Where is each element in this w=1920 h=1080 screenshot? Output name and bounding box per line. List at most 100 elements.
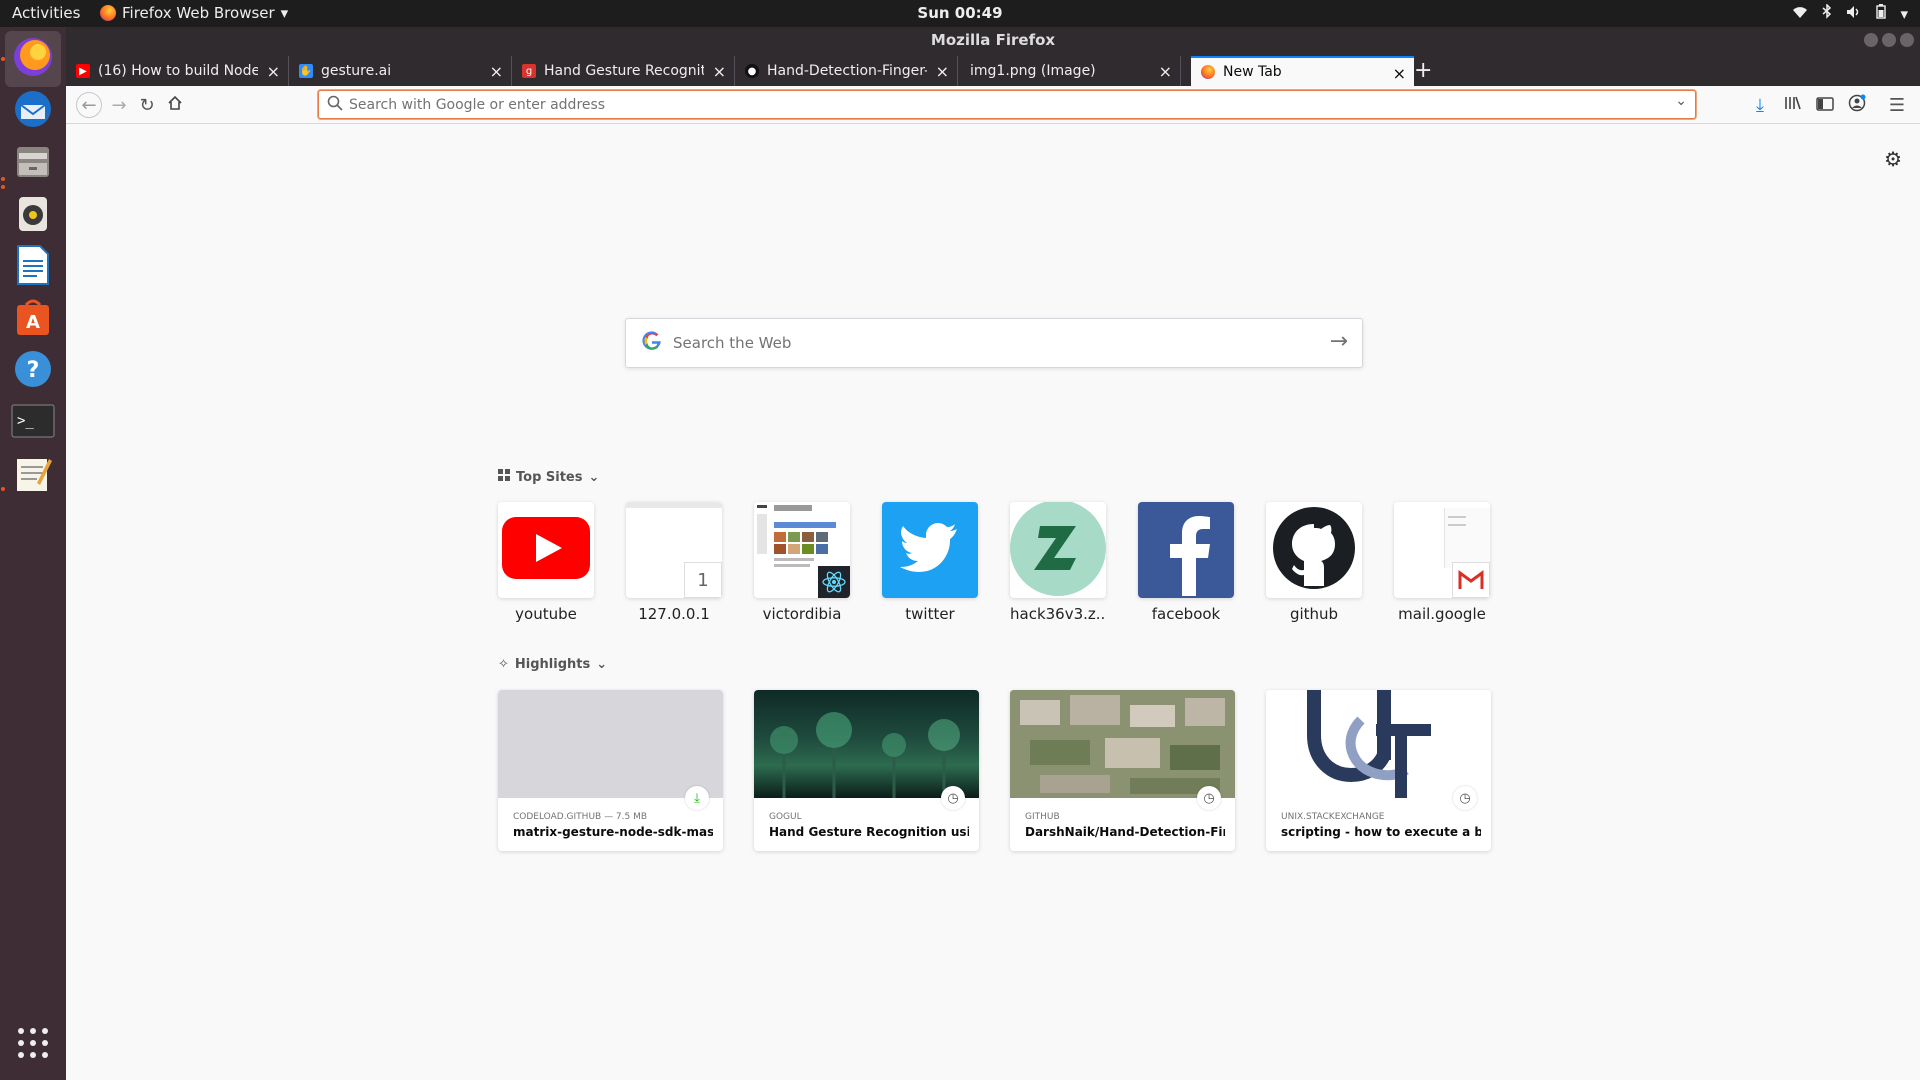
top-site-victordibia[interactable]: victordibia: [754, 502, 850, 623]
hamburger-menu-icon: ☰: [1888, 94, 1906, 116]
dock-terminal[interactable]: >_: [5, 395, 61, 451]
github-icon: ●: [745, 64, 759, 78]
volume-icon: [1846, 5, 1862, 23]
running-indicator: [1, 185, 5, 189]
top-site-twitter[interactable]: twitter: [882, 502, 978, 623]
back-button[interactable]: ←: [76, 92, 102, 118]
site-tile: [882, 502, 978, 598]
menu-button[interactable]: ☰: [1886, 94, 1908, 116]
close-tab-icon[interactable]: ×: [1159, 62, 1172, 81]
bluetooth-icon: [1822, 3, 1832, 23]
twitter-icon: [900, 523, 960, 577]
new-tab-page: ⚙ Search the Web → Top Sites ⌄ youtube 1…: [66, 129, 1920, 1080]
clock-icon: ◷: [1197, 786, 1221, 810]
firefox-icon: [1201, 65, 1215, 79]
close-window-button[interactable]: [1900, 33, 1914, 47]
highlight-card[interactable]: ⤓ CODELOAD.GITHUB — 7.5 MB matrix-gestur…: [498, 690, 723, 851]
site-tile: [1010, 502, 1106, 598]
close-tab-icon[interactable]: ×: [267, 62, 280, 81]
dock-rhythmbox[interactable]: [5, 187, 61, 243]
top-sites-header[interactable]: Top Sites ⌄: [498, 469, 599, 485]
tab-hand-gesture-recognition[interactable]: g Hand Gesture Recognition ×: [512, 56, 735, 86]
maximize-button[interactable]: [1882, 33, 1896, 47]
highlight-thumbnail: [498, 690, 723, 798]
highlight-thumbnail: [1010, 690, 1235, 798]
window-title: Mozilla Firefox: [930, 31, 1056, 49]
url-bar[interactable]: ⌄: [318, 90, 1696, 119]
url-input[interactable]: [349, 95, 1649, 115]
google-icon: [642, 331, 662, 356]
reload-button[interactable]: ↻: [136, 94, 158, 116]
battery-icon: [1876, 4, 1887, 23]
dock-software-center[interactable]: A: [5, 291, 61, 347]
site-label: twitter: [905, 605, 955, 623]
terminal-icon: >_: [11, 403, 55, 443]
window-titlebar[interactable]: Mozilla Firefox: [66, 27, 1920, 54]
gmail-icon: [1452, 562, 1490, 598]
system-tray[interactable]: ▾: [1792, 3, 1908, 23]
chevron-down-icon: ▾: [1900, 4, 1908, 23]
dock-libreoffice-writer[interactable]: [5, 239, 61, 295]
chevron-down-icon: ⌄: [596, 657, 608, 672]
chevron-down-icon: ⌄: [588, 469, 600, 485]
arrow-right-icon[interactable]: →: [1330, 329, 1348, 354]
tab-title: Hand Gesture Recognition: [544, 63, 704, 79]
grid-icon: [498, 469, 510, 485]
tab-gesture-ai[interactable]: ✋ gesture.ai ×: [289, 56, 512, 86]
sidebar-icon: [1816, 95, 1834, 116]
app-menu-button[interactable]: Firefox Web Browser ▾: [100, 4, 288, 22]
download-icon: ⤓: [1756, 94, 1764, 116]
account-button[interactable]: [1846, 94, 1868, 116]
forward-button[interactable]: →: [108, 94, 130, 116]
tab-title: Hand-Detection-Finger-C: [767, 63, 927, 79]
dock-help[interactable]: ?: [5, 343, 61, 399]
tab-img1[interactable]: img1.png (Image) ×: [958, 56, 1181, 86]
close-tab-icon[interactable]: ×: [490, 62, 503, 81]
dock-files[interactable]: [5, 135, 61, 191]
new-tab-button[interactable]: +: [1414, 58, 1432, 83]
tab-youtube[interactable]: ▶ (16) How to build Node.js ×: [66, 56, 289, 86]
sidebar-button[interactable]: [1814, 94, 1836, 116]
dock-firefox[interactable]: [5, 31, 61, 87]
top-site-gmail[interactable]: mail.google: [1394, 502, 1490, 623]
highlight-card[interactable]: ◷ UNIX.STACKEXCHANGE scripting - how to …: [1266, 690, 1491, 851]
top-site-hack36[interactable]: hack36v3.z...: [1010, 502, 1106, 623]
web-search-box[interactable]: Search the Web →: [625, 318, 1363, 368]
clock[interactable]: Sun 00:49: [917, 4, 1002, 22]
search-icon: [327, 95, 343, 115]
close-tab-icon[interactable]: ×: [713, 62, 726, 81]
site-label: victordibia: [762, 605, 842, 623]
firefox-window: Mozilla Firefox ▶ (16) How to build Node…: [66, 27, 1920, 1080]
site-label: facebook: [1151, 605, 1221, 623]
dock-thunderbird[interactable]: [5, 83, 61, 139]
site-label: 127.0.0.1: [638, 605, 710, 623]
highlight-card[interactable]: ◷ GITHUB DarshNaik/Hand-Detection-Fin...: [1010, 690, 1235, 851]
minimize-button[interactable]: [1864, 33, 1878, 47]
top-site-localhost[interactable]: 1 127.0.0.1: [626, 502, 722, 623]
gogul-icon: g: [522, 64, 536, 78]
site-tile: [754, 502, 850, 598]
activities-button[interactable]: Activities: [12, 4, 80, 22]
close-tab-icon[interactable]: ×: [1393, 64, 1406, 83]
top-site-facebook[interactable]: facebook: [1138, 502, 1234, 623]
tab-title: gesture.ai: [321, 63, 392, 79]
customize-button[interactable]: ⚙: [1884, 147, 1902, 171]
chevron-down-icon[interactable]: ⌄: [1675, 93, 1687, 109]
dock-text-editor[interactable]: [5, 447, 61, 503]
downloads-button[interactable]: ⤓: [1749, 94, 1771, 116]
home-button[interactable]: [164, 94, 186, 116]
top-site-github[interactable]: github: [1266, 502, 1362, 623]
clock-icon: ◷: [1453, 786, 1477, 810]
tab-hand-detection[interactable]: ● Hand-Detection-Finger-C ×: [735, 56, 958, 86]
tab-new-tab[interactable]: New Tab ×: [1191, 56, 1414, 86]
tab-title: (16) How to build Node.js: [98, 63, 258, 79]
running-indicator: [1, 57, 5, 61]
highlight-card[interactable]: ◷ GOGUL Hand Gesture Recognition usin...: [754, 690, 979, 851]
launcher-dock: A ? >_: [0, 27, 66, 1080]
highlights-header[interactable]: ✧ Highlights ⌄: [498, 657, 607, 672]
highlight-title: Hand Gesture Recognition usin...: [769, 825, 969, 839]
library-button[interactable]: [1782, 94, 1804, 116]
show-applications-button[interactable]: [5, 1017, 61, 1073]
top-site-youtube[interactable]: youtube: [498, 502, 594, 623]
close-tab-icon[interactable]: ×: [936, 62, 949, 81]
